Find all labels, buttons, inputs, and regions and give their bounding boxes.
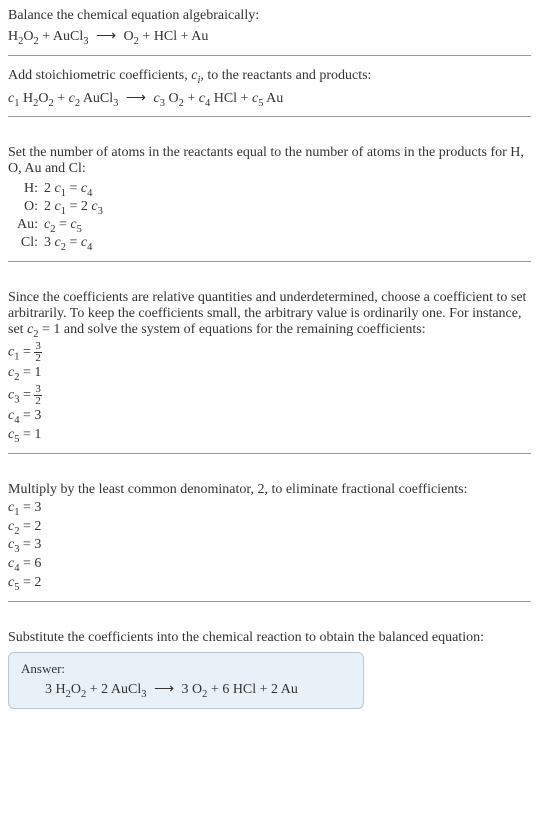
intro-equation: H2O2 + AuCl3 ⟶ O2 + HCl + Au bbox=[8, 28, 531, 47]
mult-text: Multiply by the least common denominator… bbox=[8, 482, 531, 498]
table-row: O: 2 c1 = 2 c3 bbox=[16, 199, 531, 217]
list-item: c3 = 3 bbox=[8, 537, 531, 555]
list-item: c5 = 1 bbox=[8, 427, 531, 445]
stoich-text: Add stoichiometric coefficients, ci, to … bbox=[8, 68, 531, 86]
divider bbox=[8, 55, 531, 56]
arrow-icon: ⟶ bbox=[150, 682, 178, 697]
table-row: H: 2 c1 = c4 bbox=[16, 181, 531, 199]
coef-list: c1 = 32 c2 = 1 c3 = 32 c4 = 3 c5 = 1 bbox=[8, 341, 531, 444]
answer-equation: 3 H2O2 + 2 AuCl3 ⟶ 3 O2 + 6 HCl + 2 Au bbox=[21, 681, 351, 700]
list-item: c2 = 1 bbox=[8, 365, 531, 383]
answer-box: Answer: 3 H2O2 + 2 AuCl3 ⟶ 3 O2 + 6 HCl … bbox=[8, 652, 364, 709]
atoms-section: Set the number of atoms in the reactants… bbox=[8, 145, 531, 252]
list-item: c1 = 32 bbox=[8, 341, 531, 364]
list-item: c1 = 3 bbox=[8, 500, 531, 518]
intro-section: Balance the chemical equation algebraica… bbox=[8, 8, 531, 47]
table-row: Cl: 3 c2 = c4 bbox=[16, 235, 531, 253]
stoich-section: Add stoichiometric coefficients, ci, to … bbox=[8, 68, 531, 109]
atoms-table: H: 2 c1 = c4 O: 2 c1 = 2 c3 Au: c2 = c5 … bbox=[16, 181, 531, 252]
stoich-equation: c1 H2O2 + c2 AuCl3 ⟶ c3 O2 + c4 HCl + c5… bbox=[8, 90, 531, 109]
list-item: c4 = 6 bbox=[8, 556, 531, 574]
coef-list: c1 = 3 c2 = 2 c3 = 3 c4 = 6 c5 = 2 bbox=[8, 500, 531, 593]
list-item: c3 = 32 bbox=[8, 384, 531, 407]
divider bbox=[8, 601, 531, 602]
final-text: Substitute the coefficients into the che… bbox=[8, 630, 531, 646]
list-item: c4 = 3 bbox=[8, 408, 531, 426]
divider bbox=[8, 453, 531, 454]
intro-text: Balance the chemical equation algebraica… bbox=[8, 8, 531, 24]
list-item: c5 = 2 bbox=[8, 575, 531, 593]
table-row: Au: c2 = c5 bbox=[16, 217, 531, 235]
atoms-intro: Set the number of atoms in the reactants… bbox=[8, 145, 531, 177]
divider bbox=[8, 116, 531, 117]
solve-section: Since the coefficients are relative quan… bbox=[8, 290, 531, 445]
divider bbox=[8, 261, 531, 262]
solve-text: Since the coefficients are relative quan… bbox=[8, 290, 531, 340]
answer-label: Answer: bbox=[21, 661, 351, 677]
arrow-icon: ⟶ bbox=[92, 29, 120, 44]
final-section: Substitute the coefficients into the che… bbox=[8, 630, 531, 709]
list-item: c2 = 2 bbox=[8, 519, 531, 537]
arrow-icon: ⟶ bbox=[122, 91, 150, 106]
mult-section: Multiply by the least common denominator… bbox=[8, 482, 531, 593]
